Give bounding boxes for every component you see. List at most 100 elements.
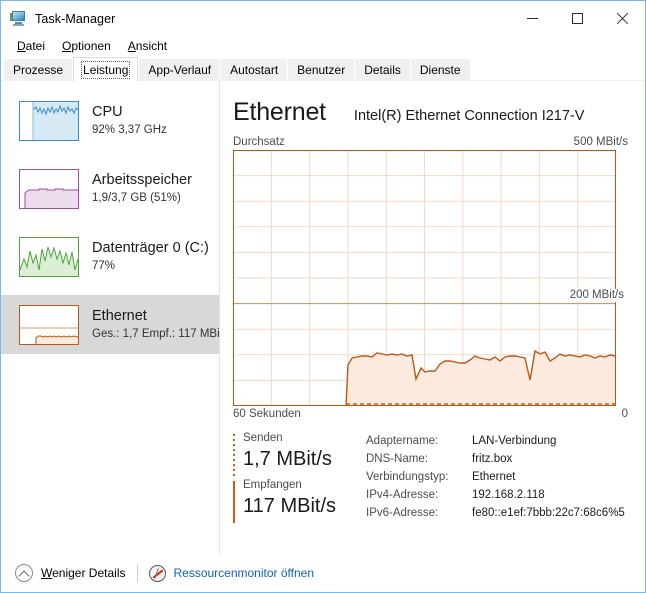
taskmanager-icon <box>10 10 27 27</box>
menu-item-datei[interactable]: Datei <box>9 36 54 57</box>
property-key-dns-name: DNS-Name: <box>366 453 428 465</box>
tab-strip: Prozesse Leistung App-Verlauf Autostart … <box>1 57 645 81</box>
property-value-adaptername: LAN-Verbindung <box>472 435 557 447</box>
menu-accel-datei: D <box>17 39 26 53</box>
menu-label-datei: atei <box>25 39 46 53</box>
memory-thumbnail-graph <box>19 168 79 209</box>
property-key-ipv4: IPv4-Adresse: <box>366 489 439 501</box>
sidebar-item-ethernet[interactable]: Ethernet Ges.: 1,7 Empf.: 117 MBit/s <box>1 295 219 354</box>
graph-axis-top: Durchsatz 500 MBit/s <box>220 130 645 150</box>
property-key-adaptername: Adaptername: <box>366 435 439 447</box>
menu-accel-ansicht: A <box>127 39 136 53</box>
property-key-verbindungstyp: Verbindungstyp: <box>366 471 449 483</box>
property-key-ipv6: IPv6-Adresse: <box>366 507 439 519</box>
tab-details[interactable]: Details <box>355 59 410 81</box>
sidebar-memory-text: Arbeitsspeicher 1,9/3,7 GB (51%) <box>92 171 192 206</box>
sidebar-memory-title: Arbeitsspeicher <box>92 172 192 188</box>
property-row-verbindungstyp: Verbindungstyp: Ethernet <box>366 468 645 486</box>
footer-bar: Weniger Details Ressourcenmonitor öffnen <box>1 554 645 592</box>
tab-dienste[interactable]: Dienste <box>410 59 470 81</box>
stats-area: Senden 1,7 MBit/s Empfangen 117 MBit/s A… <box>220 420 645 525</box>
minimize-icon <box>527 18 538 19</box>
x-axis-left-label: 60 Sekunden <box>233 408 301 420</box>
footer-separator <box>137 564 139 582</box>
disk-thumbnail-graph <box>19 236 79 277</box>
cpu-thumbnail-graph <box>19 100 79 141</box>
property-value-dns-name: fritz.box <box>472 453 513 465</box>
adapter-properties: Adaptername: LAN-Verbindung DNS-Name: fr… <box>351 431 645 525</box>
maximize-icon <box>572 13 583 24</box>
tab-label-dienste: Dienste <box>419 63 461 77</box>
sidebar-item-memory[interactable]: Arbeitsspeicher 1,9/3,7 GB (51%) <box>1 159 219 218</box>
tab-label-benutzer: Benutzer <box>297 63 346 77</box>
property-row-dns-name: DNS-Name: fritz.box <box>366 450 645 468</box>
maximize-button[interactable] <box>555 1 600 36</box>
property-row-ipv4: IPv4-Adresse: 192.168.2.118 <box>366 486 645 504</box>
tab-autostart[interactable]: Autostart <box>221 59 288 81</box>
y-axis-mid-label: 200 MBit/s <box>567 289 625 302</box>
sidebar-item-disk[interactable]: Datenträger 0 (C:) 77% <box>1 227 219 286</box>
menu-label-ansicht: nsicht <box>135 39 168 53</box>
resource-monitor-link[interactable]: Ressourcenmonitor öffnen <box>173 566 314 580</box>
receive-legend-marker <box>233 481 235 523</box>
send-legend-marker <box>233 434 235 476</box>
sidebar-disk-title: Datenträger 0 (C:) <box>92 240 209 256</box>
main-body: CPU 92% 3,37 GHz Arbeitsspeicher 1,9/3,7… <box>1 81 645 554</box>
resource-sidebar: CPU 92% 3,37 GHz Arbeitsspeicher 1,9/3,7… <box>1 81 220 554</box>
less-details-button[interactable]: Weniger Details <box>41 566 125 580</box>
receive-label: Empfangen <box>243 479 302 491</box>
sidebar-cpu-title: CPU <box>92 104 123 120</box>
menu-item-optionen[interactable]: Optionen <box>54 36 120 57</box>
close-icon <box>616 12 629 25</box>
menu-bar: Datei Optionen Ansicht <box>1 36 645 57</box>
minimize-button[interactable] <box>510 1 555 36</box>
sidebar-ethernet-text: Ethernet Ges.: 1,7 Empf.: 117 MBit/s <box>92 307 219 342</box>
less-details-label: eniger Details <box>52 566 126 580</box>
x-axis-right-label: 0 <box>621 408 628 420</box>
less-details-accel: W <box>41 566 53 580</box>
send-label: Senden <box>243 432 283 444</box>
property-row-ipv6: IPv6-Adresse: fe80::e1ef:7bbb:22c7:68c6%… <box>366 504 645 522</box>
task-manager-window: Task-Manager Datei Optionen Ansicht Proz… <box>0 0 646 593</box>
tab-app-verlauf[interactable]: App-Verlauf <box>139 59 221 81</box>
page-title: Ethernet <box>233 98 326 126</box>
sidebar-cpu-subtitle: 92% 3,37 GHz <box>92 124 167 136</box>
receive-value: 117 MBit/s <box>243 495 336 517</box>
menu-accel-optionen: O <box>62 39 72 53</box>
resource-monitor-icon[interactable] <box>149 564 167 582</box>
throughput-chart: 200 MBit/s <box>233 150 628 406</box>
receive-stat: Empfangen 117 MBit/s <box>233 478 351 523</box>
tab-prozesse[interactable]: Prozesse <box>4 59 73 81</box>
title-bar[interactable]: Task-Manager <box>1 1 645 36</box>
panel-header: Ethernet Intel(R) Ethernet Connection I2… <box>220 81 645 130</box>
throughput-values: Senden 1,7 MBit/s Empfangen 117 MBit/s <box>233 431 351 525</box>
window-title: Task-Manager <box>35 11 116 26</box>
tab-leistung[interactable]: Leistung <box>73 57 139 81</box>
property-value-ipv6: fe80::e1ef:7bbb:22c7:68c6%5 <box>472 507 625 519</box>
sidebar-cpu-text: CPU 92% 3,37 GHz <box>92 103 167 138</box>
menu-item-ansicht[interactable]: Ansicht <box>120 36 176 57</box>
property-value-ipv4: 192.168.2.118 <box>472 489 545 501</box>
sidebar-ethernet-title: Ethernet <box>92 308 147 324</box>
send-value: 1,7 MBit/s <box>243 448 332 470</box>
property-value-verbindungstyp: Ethernet <box>472 471 516 483</box>
close-button[interactable] <box>600 1 645 36</box>
tab-label-details: Details <box>364 63 401 77</box>
y-axis-max-label: 500 MBit/s <box>573 136 628 148</box>
sidebar-ethernet-subtitle: Ges.: 1,7 Empf.: 117 MBit/s <box>92 328 219 340</box>
tab-benutzer[interactable]: Benutzer <box>288 59 355 81</box>
sidebar-disk-subtitle: 77% <box>92 260 116 272</box>
ethernet-detail-panel: Ethernet Intel(R) Ethernet Connection I2… <box>220 81 645 554</box>
tab-label-prozesse: Prozesse <box>13 63 64 77</box>
sidebar-memory-subtitle: 1,9/3,7 GB (51%) <box>92 192 181 204</box>
menu-label-optionen: ptionen <box>71 39 111 53</box>
chevron-up-circle-icon[interactable] <box>15 564 33 582</box>
property-row-adaptername: Adaptername: LAN-Verbindung <box>366 432 645 450</box>
tab-label-app-verlauf: App-Verlauf <box>148 63 212 77</box>
graph-axis-bottom: 60 Sekunden 0 <box>220 406 645 420</box>
sidebar-item-cpu[interactable]: CPU 92% 3,37 GHz <box>1 91 219 150</box>
tab-label-leistung: Leistung <box>81 60 131 79</box>
ethernet-thumbnail-graph <box>19 304 79 345</box>
adapter-model: Intel(R) Ethernet Connection I217-V <box>353 108 585 124</box>
sidebar-disk-text: Datenträger 0 (C:) 77% <box>92 239 209 274</box>
